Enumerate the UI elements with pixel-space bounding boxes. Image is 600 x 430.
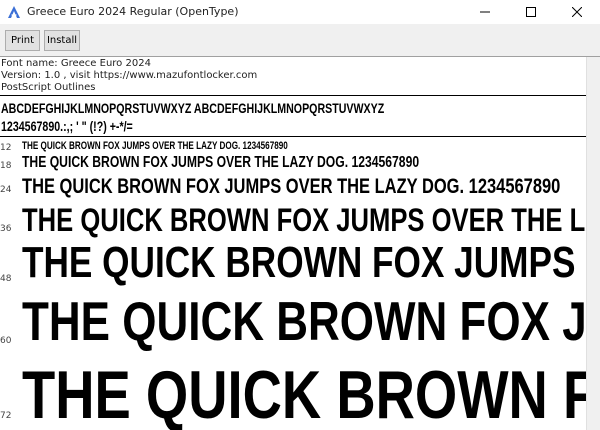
install-button[interactable]: Install — [44, 30, 80, 51]
size-label-24: 24 — [0, 185, 12, 195]
sample-line-48: THE QUICK BROWN FOX JUMPS OVER THE LAZY … — [22, 238, 586, 287]
size-label-12: 12 — [0, 143, 12, 153]
sample-line-12: THE QUICK BROWN FOX JUMPS OVER THE LAZY … — [22, 140, 288, 152]
minimize-button[interactable] — [462, 0, 508, 24]
size-label-48: 48 — [0, 274, 12, 284]
size-label-36: 36 — [0, 224, 12, 234]
size-label-60: 60 — [0, 336, 12, 346]
sample-line-18: THE QUICK BROWN FOX JUMPS OVER THE LAZY … — [22, 154, 420, 171]
sample-line-36: THE QUICK BROWN FOX JUMPS OVER THE LAZY … — [22, 202, 586, 238]
font-viewer-app-icon — [8, 6, 20, 18]
font-version-line: Version: 1.0 , visit https://www.mazufon… — [1, 70, 258, 81]
sample-line-60: THE QUICK BROWN FOX JUMPS OVER THE LAZY … — [22, 290, 586, 352]
divider-bottom — [0, 136, 586, 137]
font-name-line: Font name: Greece Euro 2024 — [1, 58, 151, 69]
maximize-button[interactable] — [508, 0, 554, 24]
print-button[interactable]: Print — [5, 30, 40, 51]
minimize-icon — [480, 11, 490, 13]
sample-line-24: THE QUICK BROWN FOX JUMPS OVER THE LAZY … — [22, 175, 561, 198]
vertical-scrollbar[interactable] — [586, 57, 600, 430]
size-label-72: 72 — [0, 411, 12, 421]
charset-symbols: 1234567890.:,; ' " (!?) +-*/= — [1, 118, 133, 134]
title-bar: Greece Euro 2024 Regular (OpenType) — [0, 0, 600, 24]
window-title: Greece Euro 2024 Regular (OpenType) — [27, 5, 239, 18]
close-button[interactable] — [554, 0, 600, 24]
toolbar: Print Install — [0, 24, 600, 57]
font-preview-area[interactable]: Font name: Greece Euro 2024 Version: 1.0… — [0, 57, 586, 430]
size-label-18: 18 — [0, 161, 12, 171]
sample-line-72: THE QUICK BROWN FOX JUMPS OVER THE LAZY … — [22, 357, 586, 430]
charset-letters: ABCDEFGHIJKLMNOPQRSTUVWXYZ ABCDEFGHIJKLM… — [1, 100, 385, 116]
maximize-icon — [526, 7, 536, 17]
divider-top — [0, 95, 586, 96]
font-outline-line: PostScript Outlines — [1, 82, 96, 93]
close-icon — [572, 7, 582, 17]
